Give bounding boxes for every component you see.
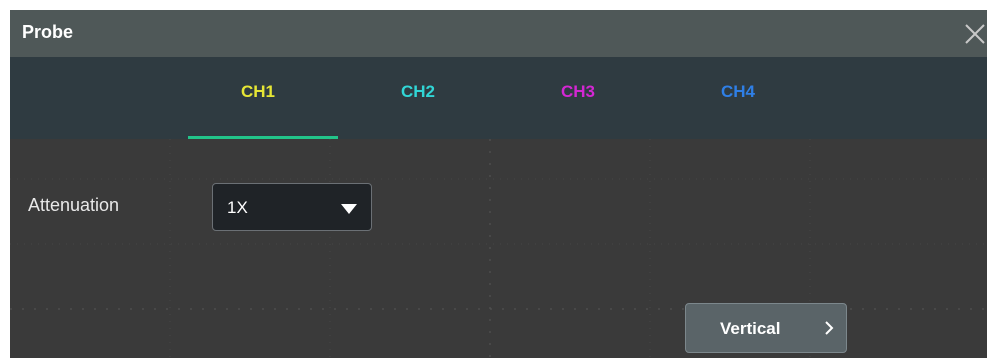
probe-dialog: Probe CH1 CH2 CH3 CH4 Attenuation 1X Ver…	[10, 10, 987, 358]
probe-settings-panel: Attenuation 1X Vertical	[10, 139, 987, 358]
vertical-button[interactable]: Vertical	[685, 303, 847, 353]
tab-ch2-label: CH2	[400, 82, 435, 101]
tab-ch3[interactable]: CH3	[498, 57, 658, 139]
tab-ch4[interactable]: CH4	[658, 57, 818, 139]
vertical-button-label: Vertical	[720, 319, 781, 338]
tab-ch4-label: CH4	[720, 82, 755, 101]
attenuation-select[interactable]: 1X	[212, 183, 372, 231]
close-icon[interactable]	[963, 22, 987, 46]
tab-ch1[interactable]: CH1	[178, 57, 338, 139]
tab-ch3-label: CH3	[560, 82, 595, 101]
chevron-right-icon	[824, 319, 834, 342]
attenuation-value: 1X	[227, 198, 248, 217]
dialog-titlebar: Probe	[10, 10, 987, 57]
tab-ch1-label: CH1	[240, 82, 275, 101]
dialog-title: Probe	[22, 22, 74, 42]
attenuation-label: Attenuation	[28, 195, 120, 215]
caret-down-icon	[341, 202, 357, 220]
channel-tabs: CH1 CH2 CH3 CH4	[10, 57, 987, 139]
tab-ch2[interactable]: CH2	[338, 57, 498, 139]
